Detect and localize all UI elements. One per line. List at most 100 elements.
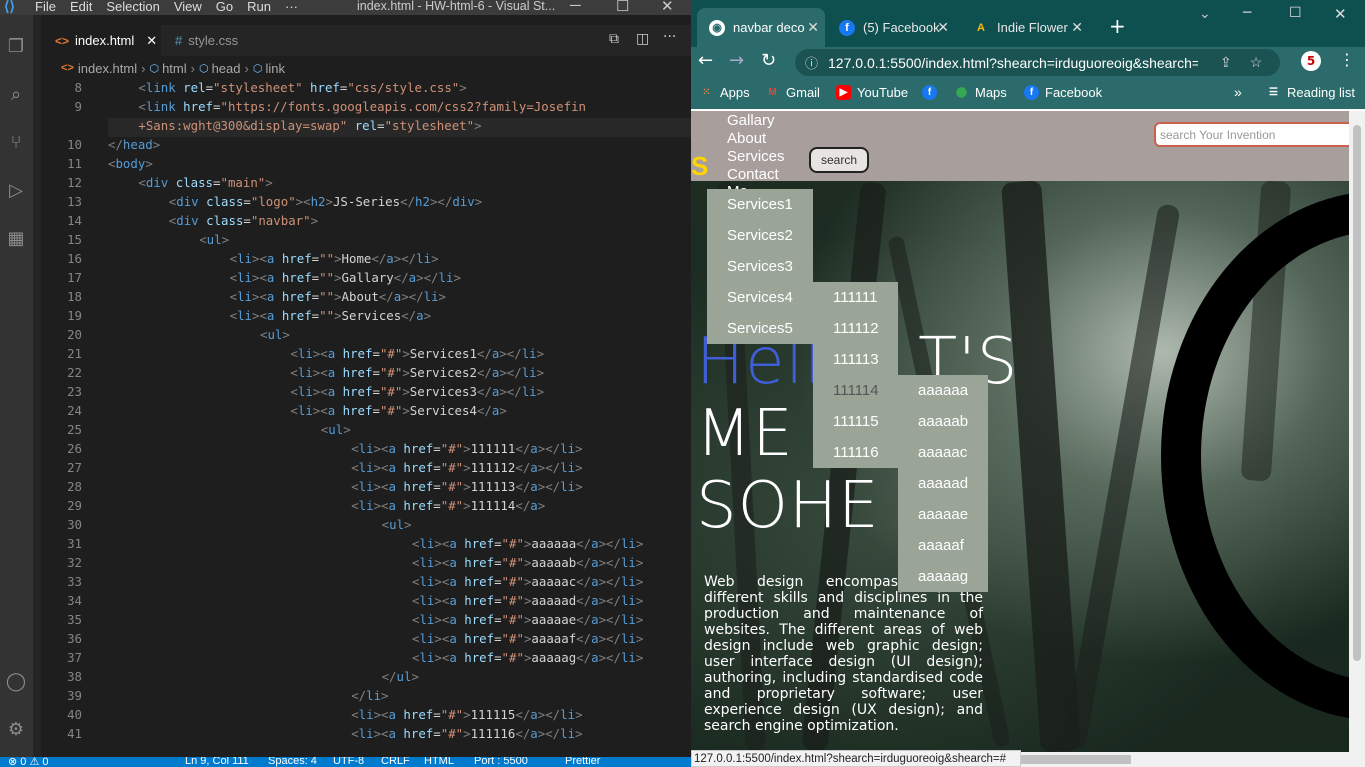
source-control-icon[interactable]: ⑂ — [5, 131, 27, 153]
back-arrow-icon[interactable]: ← — [698, 50, 713, 71]
code-line[interactable]: <li><a href="#">111116</a></li> — [351, 726, 582, 741]
code-line[interactable]: <div class="navbar"> — [169, 213, 318, 228]
code-line[interactable]: <li><a href="#">aaaaac</a></li> — [412, 574, 643, 589]
code-line[interactable]: <li><a href="#">111115</a></li> — [351, 707, 582, 722]
open-preview-icon[interactable]: ⧉ — [609, 31, 619, 47]
bookmark-star-icon[interactable]: ☆ — [1250, 54, 1263, 71]
code-line[interactable]: <li><a href="#">111112</a></li> — [351, 460, 582, 475]
eol-status[interactable]: CRLF — [381, 757, 410, 767]
breadcrumb-html[interactable]: html — [162, 61, 187, 76]
code-line[interactable]: <li><a href="#">111111</a></li> — [351, 441, 582, 456]
breadcrumb-link[interactable]: link — [265, 61, 285, 76]
settings-gear-icon[interactable]: ⚙ — [5, 718, 27, 740]
scrollbar-thumb[interactable] — [1021, 755, 1131, 764]
tab-style-css[interactable]: # style.css — [161, 25, 269, 56]
reading-list[interactable]: ☰ Reading list — [1266, 85, 1355, 100]
code-line[interactable]: <li><a href="">Services</a> — [230, 308, 431, 323]
menu-selection[interactable]: Selection — [106, 0, 159, 14]
indent-status[interactable]: Spaces: 4 — [268, 757, 317, 767]
scrollbar-thumb[interactable] — [1353, 125, 1361, 661]
nav-about[interactable]: About — [727, 130, 766, 147]
code-line[interactable]: <ul> — [260, 327, 290, 342]
close-icon[interactable]: ✕ — [1334, 5, 1347, 23]
dropdown-item[interactable]: Services2 — [707, 220, 813, 251]
tab-close-icon[interactable]: ✕ — [807, 19, 819, 36]
tab-close-icon[interactable]: ✕ — [937, 19, 949, 36]
more-actions-icon[interactable]: ··· — [663, 29, 676, 45]
search-button[interactable]: search — [809, 147, 869, 173]
dropdown-item[interactable]: Services3 — [707, 251, 813, 282]
new-tab-icon[interactable]: + — [1109, 14, 1126, 38]
encoding-status[interactable]: UTF-8 — [333, 757, 364, 767]
bookmark-facebook[interactable]: f Facebook — [1024, 85, 1102, 100]
code-line[interactable]: <div class="logo"><h2>JS-Series</h2></di… — [169, 194, 482, 209]
bookmark-apps[interactable]: ⁙ Apps — [699, 85, 749, 100]
nav-gallary[interactable]: Gallary — [727, 112, 775, 129]
code-line[interactable]: <li><a href="">Home</a></li> — [230, 251, 439, 266]
problems-status[interactable]: ⊗ 0 ⚠ 0 — [8, 757, 48, 767]
code-line[interactable]: +Sans:wght@300&display=swap" rel="styles… — [138, 118, 481, 133]
code-line[interactable]: <li><a href="#">Services2</a></li> — [290, 365, 544, 380]
code-line[interactable]: <ul> — [321, 422, 351, 437]
bookmark-gmail[interactable]: M Gmail — [765, 85, 820, 100]
dropdown-item[interactable]: 111111 — [813, 282, 898, 313]
maximize-icon[interactable]: ☐ — [1289, 5, 1302, 21]
dropdown-item[interactable]: Services5 — [707, 313, 813, 344]
kebab-menu-icon[interactable]: ⋮ — [1339, 50, 1355, 69]
breadcrumb-file[interactable]: index.html — [78, 61, 137, 76]
code-line[interactable]: <li><a href="#">111113</a></li> — [351, 479, 582, 494]
menu-run[interactable]: Run — [247, 0, 271, 14]
minimize-icon[interactable]: ─ — [1243, 5, 1251, 21]
dropdown-item[interactable]: 111113 — [813, 344, 898, 375]
chevron-down-icon[interactable]: ⌄ — [1199, 6, 1211, 22]
menu-go[interactable]: Go — [216, 0, 233, 14]
bookmark-youtube[interactable]: ▶ YouTube — [836, 85, 908, 100]
nav-services[interactable]: Services — [727, 148, 785, 165]
tab-close-icon[interactable]: ✕ — [1071, 19, 1083, 36]
menu-edit[interactable]: Edit — [70, 0, 92, 14]
code-line[interactable]: <li><a href="#">aaaaad</a></li> — [412, 593, 643, 608]
forward-arrow-icon[interactable]: → — [729, 50, 744, 71]
code-line[interactable]: <li><a href="">Gallary</a></li> — [230, 270, 461, 285]
close-icon[interactable]: ✕ — [661, 0, 674, 15]
code-line[interactable]: <li><a href="#">aaaaaf</a></li> — [412, 631, 643, 646]
code-line[interactable]: </head> — [108, 137, 160, 152]
browser-tab-navbar[interactable]: ◉ navbar decor ✕ — [697, 8, 825, 47]
search-icon[interactable]: ⌕ — [5, 83, 27, 105]
dropdown-item-hovered[interactable]: 111114 — [813, 375, 898, 406]
tab-close-icon[interactable]: ✕ — [146, 33, 157, 49]
code-line[interactable]: </ul> — [382, 669, 419, 684]
address-bar[interactable]: ⓘ 127.0.0.1:5500/index.html?shearch=irdu… — [795, 49, 1280, 76]
vertical-scrollbar[interactable] — [1349, 111, 1365, 752]
code-line[interactable]: <li><a href="#">aaaaab</a></li> — [412, 555, 643, 570]
dropdown-item[interactable]: aaaaab — [898, 406, 988, 437]
code-line[interactable]: <link href="https://fonts.googleapis.com… — [138, 99, 586, 114]
code-line[interactable]: <link rel="stylesheet" href="css/style.c… — [138, 80, 466, 95]
dropdown-item[interactable]: aaaaaa — [898, 375, 988, 406]
code-line[interactable]: <body> — [108, 156, 153, 171]
code-editor[interactable]: 8 <link rel="stylesheet" href="css/style.… — [41, 80, 691, 757]
account-icon[interactable]: ◯ — [5, 670, 27, 692]
browser-tab-indie-flower[interactable]: A Indie Flower ✕ — [961, 8, 1089, 47]
code-line[interactable]: <div class="main"> — [138, 175, 272, 190]
code-line[interactable]: <li><a href="#">aaaaaa</a></li> — [412, 536, 643, 551]
split-editor-icon[interactable]: ◫ — [636, 31, 649, 47]
code-line[interactable]: <li><a href="#">111114</a> — [351, 498, 545, 513]
dropdown-item[interactable]: aaaaac — [898, 437, 988, 468]
code-line[interactable]: <li><a href="">About</a></li> — [230, 289, 446, 304]
bookmark-maps[interactable]: ⬤ Maps — [954, 85, 1007, 100]
code-line[interactable]: <ul> — [382, 517, 412, 532]
dropdown-item[interactable]: aaaaaf — [898, 530, 988, 561]
horizontal-scrollbar[interactable] — [1021, 752, 1365, 767]
dropdown-item[interactable]: 111115 — [813, 406, 898, 437]
dropdown-item[interactable]: aaaaae — [898, 499, 988, 530]
profile-avatar[interactable]: 5 — [1301, 51, 1321, 71]
cursor-position[interactable]: Ln 9, Col 111 — [185, 757, 249, 767]
search-input[interactable]: search Your Invention — [1154, 122, 1354, 147]
code-line[interactable]: <li><a href="#">Services1</a></li> — [290, 346, 544, 361]
bookmark-facebook-icon-only[interactable]: f — [922, 85, 943, 100]
code-line[interactable]: <ul> — [199, 232, 229, 247]
maximize-icon[interactable]: ☐ — [616, 0, 629, 15]
breadcrumb-head[interactable]: head — [212, 61, 241, 76]
code-line[interactable]: <li><a href="#">aaaaag</a></li> — [412, 650, 643, 665]
